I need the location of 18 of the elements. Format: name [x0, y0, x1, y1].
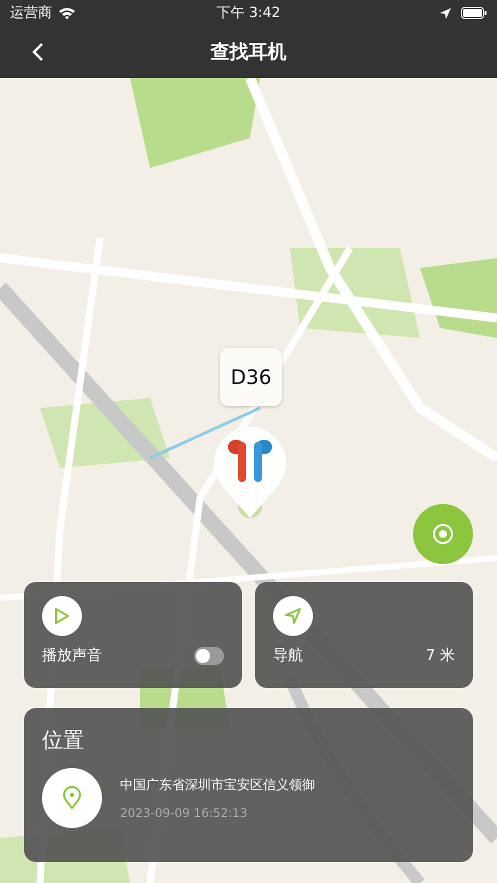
- device-label: D36: [220, 348, 282, 406]
- distance-text: 7 米: [426, 646, 455, 665]
- page-title: 查找耳机: [210, 40, 286, 65]
- play-sound-label: 播放声音: [42, 646, 102, 665]
- location-arrow-icon: [440, 8, 451, 18]
- play-icon[interactable]: [42, 596, 82, 636]
- status-time: 下午 3:42: [216, 4, 280, 22]
- location-title: 位置: [42, 727, 85, 754]
- timestamp-text: 2023-09-09 16:52:13: [120, 806, 248, 820]
- address-text: 中国广东省深圳市宝安区信义领御: [120, 777, 315, 794]
- play-sound-card[interactable]: 播放声音: [24, 582, 242, 688]
- battery-icon: [461, 7, 487, 19]
- sound-toggle[interactable]: [194, 646, 224, 664]
- navigation-label: 导航: [273, 646, 303, 665]
- navigation-card[interactable]: 导航 7 米: [255, 582, 473, 688]
- carrier-name: 运营商: [10, 4, 52, 22]
- wifi-icon: [58, 6, 76, 20]
- back-chevron-icon[interactable]: [31, 42, 45, 62]
